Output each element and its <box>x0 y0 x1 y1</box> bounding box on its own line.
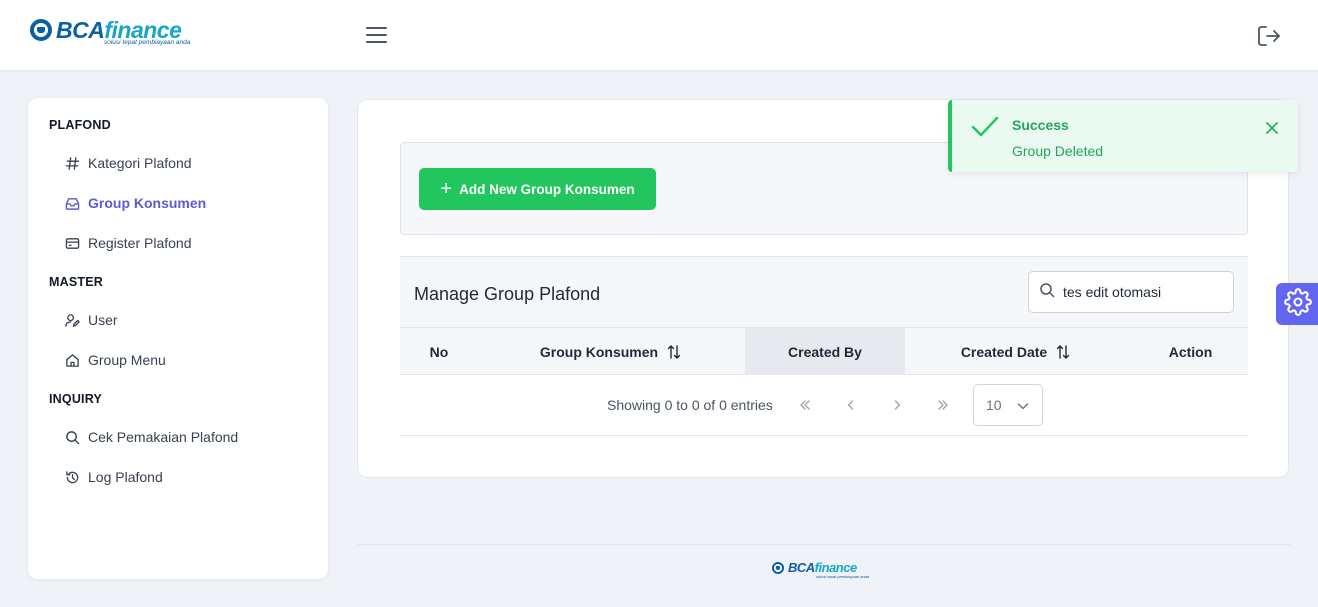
sidebar-item-label: Log Plafond <box>88 469 163 485</box>
hash-icon <box>64 155 80 171</box>
toast-message: Group Deleted <box>1012 143 1104 159</box>
logo-tagline: solusi tepat pembiayaan anda <box>104 39 191 46</box>
check-icon <box>970 114 1000 145</box>
sidebar-item-label: Kategori Plafond <box>88 155 192 171</box>
sidebar-item-cek-pemakaian-plafond[interactable]: Cek Pemakaian Plafond <box>64 426 238 448</box>
column-label: Action <box>1168 343 1213 360</box>
sort-icon <box>666 344 682 360</box>
search-icon <box>64 429 80 445</box>
column-label: No <box>429 343 449 360</box>
top-bar: BCAfinance solusi tepat pembiayaan anda <box>0 0 1318 70</box>
success-toast: Success Group Deleted <box>948 100 1298 172</box>
column-header-created-date[interactable]: Created Date <box>905 328 1127 375</box>
sidebar-item-log-plafond[interactable]: Log Plafond <box>64 466 163 488</box>
search-box[interactable] <box>1028 271 1234 313</box>
column-label: Group Konsumen <box>539 343 659 360</box>
column-label: Created Date <box>960 343 1048 360</box>
bca-emblem-icon <box>772 562 784 574</box>
sidebar-item-user[interactable]: User <box>64 309 118 331</box>
logo-tagline: solusi tepat pembiayaan anda <box>816 574 870 579</box>
column-header-action: Action <box>1127 328 1254 375</box>
entries-info: Showing 0 to 0 of 0 entries <box>607 397 773 413</box>
sidebar-item-label: Register Plafond <box>88 235 192 251</box>
sidebar-item-label: Cek Pemakaian Plafond <box>88 429 239 445</box>
table-header-row: No Group Konsumen Created By Created Dat… <box>400 327 1248 375</box>
section-title-master: MASTER <box>49 275 103 289</box>
last-page-button[interactable] <box>933 395 953 415</box>
pagination-bar: Showing 0 to 0 of 0 entries 10 <box>400 375 1248 436</box>
inbox-icon <box>64 195 80 211</box>
prev-page-button[interactable] <box>841 395 861 415</box>
sidebar-item-label: Group Menu <box>88 352 166 368</box>
search-icon <box>1039 282 1055 303</box>
card-icon <box>64 235 80 251</box>
add-button-label: Add New Group Konsumen <box>459 181 635 197</box>
gear-icon <box>1284 287 1312 321</box>
search-input[interactable] <box>1063 284 1223 300</box>
sidebar: PLAFOND Kategori Plafond Group Konsumen … <box>28 98 328 579</box>
sort-icon <box>1055 344 1071 360</box>
sidebar-item-label: User <box>88 312 118 328</box>
close-icon[interactable] <box>1264 120 1280 136</box>
column-header-no[interactable]: No <box>400 328 478 375</box>
page-size-value: 10 <box>986 397 1002 413</box>
user-edit-icon <box>64 312 80 328</box>
bca-finance-logo[interactable]: BCAfinance solusi tepat pembiayaan anda <box>30 18 190 52</box>
table-header-area: Manage Group Plafond <box>400 256 1248 327</box>
logo-bca-text: BCA <box>56 17 105 43</box>
column-header-group-konsumen[interactable]: Group Konsumen <box>478 328 744 375</box>
menu-toggle-icon[interactable] <box>366 27 388 45</box>
next-page-button[interactable] <box>887 395 907 415</box>
toast-title: Success <box>1012 117 1069 133</box>
sidebar-item-group-menu[interactable]: Group Menu <box>64 349 166 371</box>
footer-logo: BCAfinance solusi tepat pembiayaan anda <box>772 561 869 579</box>
section-title-inquiry: INQUIRY <box>49 392 103 406</box>
footer-divider <box>357 544 1291 545</box>
column-header-created-by[interactable]: Created By <box>745 328 905 375</box>
table-title: Manage Group Plafond <box>414 284 601 304</box>
section-title-plafond: PLAFOND <box>49 118 111 132</box>
sidebar-item-register-plafond[interactable]: Register Plafond <box>64 232 192 254</box>
sidebar-item-group-konsumen[interactable]: Group Konsumen <box>64 192 206 214</box>
bca-emblem-icon <box>30 19 52 41</box>
logout-icon[interactable] <box>1256 24 1282 48</box>
settings-button[interactable] <box>1276 283 1318 325</box>
sidebar-item-kategori-plafond[interactable]: Kategori Plafond <box>64 152 192 174</box>
history-icon <box>64 469 80 485</box>
page-size-select[interactable]: 10 <box>973 384 1043 426</box>
plus-icon: + <box>440 178 453 200</box>
add-new-group-konsumen-button[interactable]: + Add New Group Konsumen <box>419 168 656 210</box>
logo-finance-text: finance <box>814 560 858 575</box>
column-label: Created By <box>788 343 862 360</box>
home-icon <box>64 352 80 368</box>
chevron-down-icon <box>1016 399 1030 416</box>
first-page-button[interactable] <box>795 395 815 415</box>
logo-bca-text: BCA <box>788 560 815 575</box>
sidebar-item-label: Group Konsumen <box>88 195 207 211</box>
